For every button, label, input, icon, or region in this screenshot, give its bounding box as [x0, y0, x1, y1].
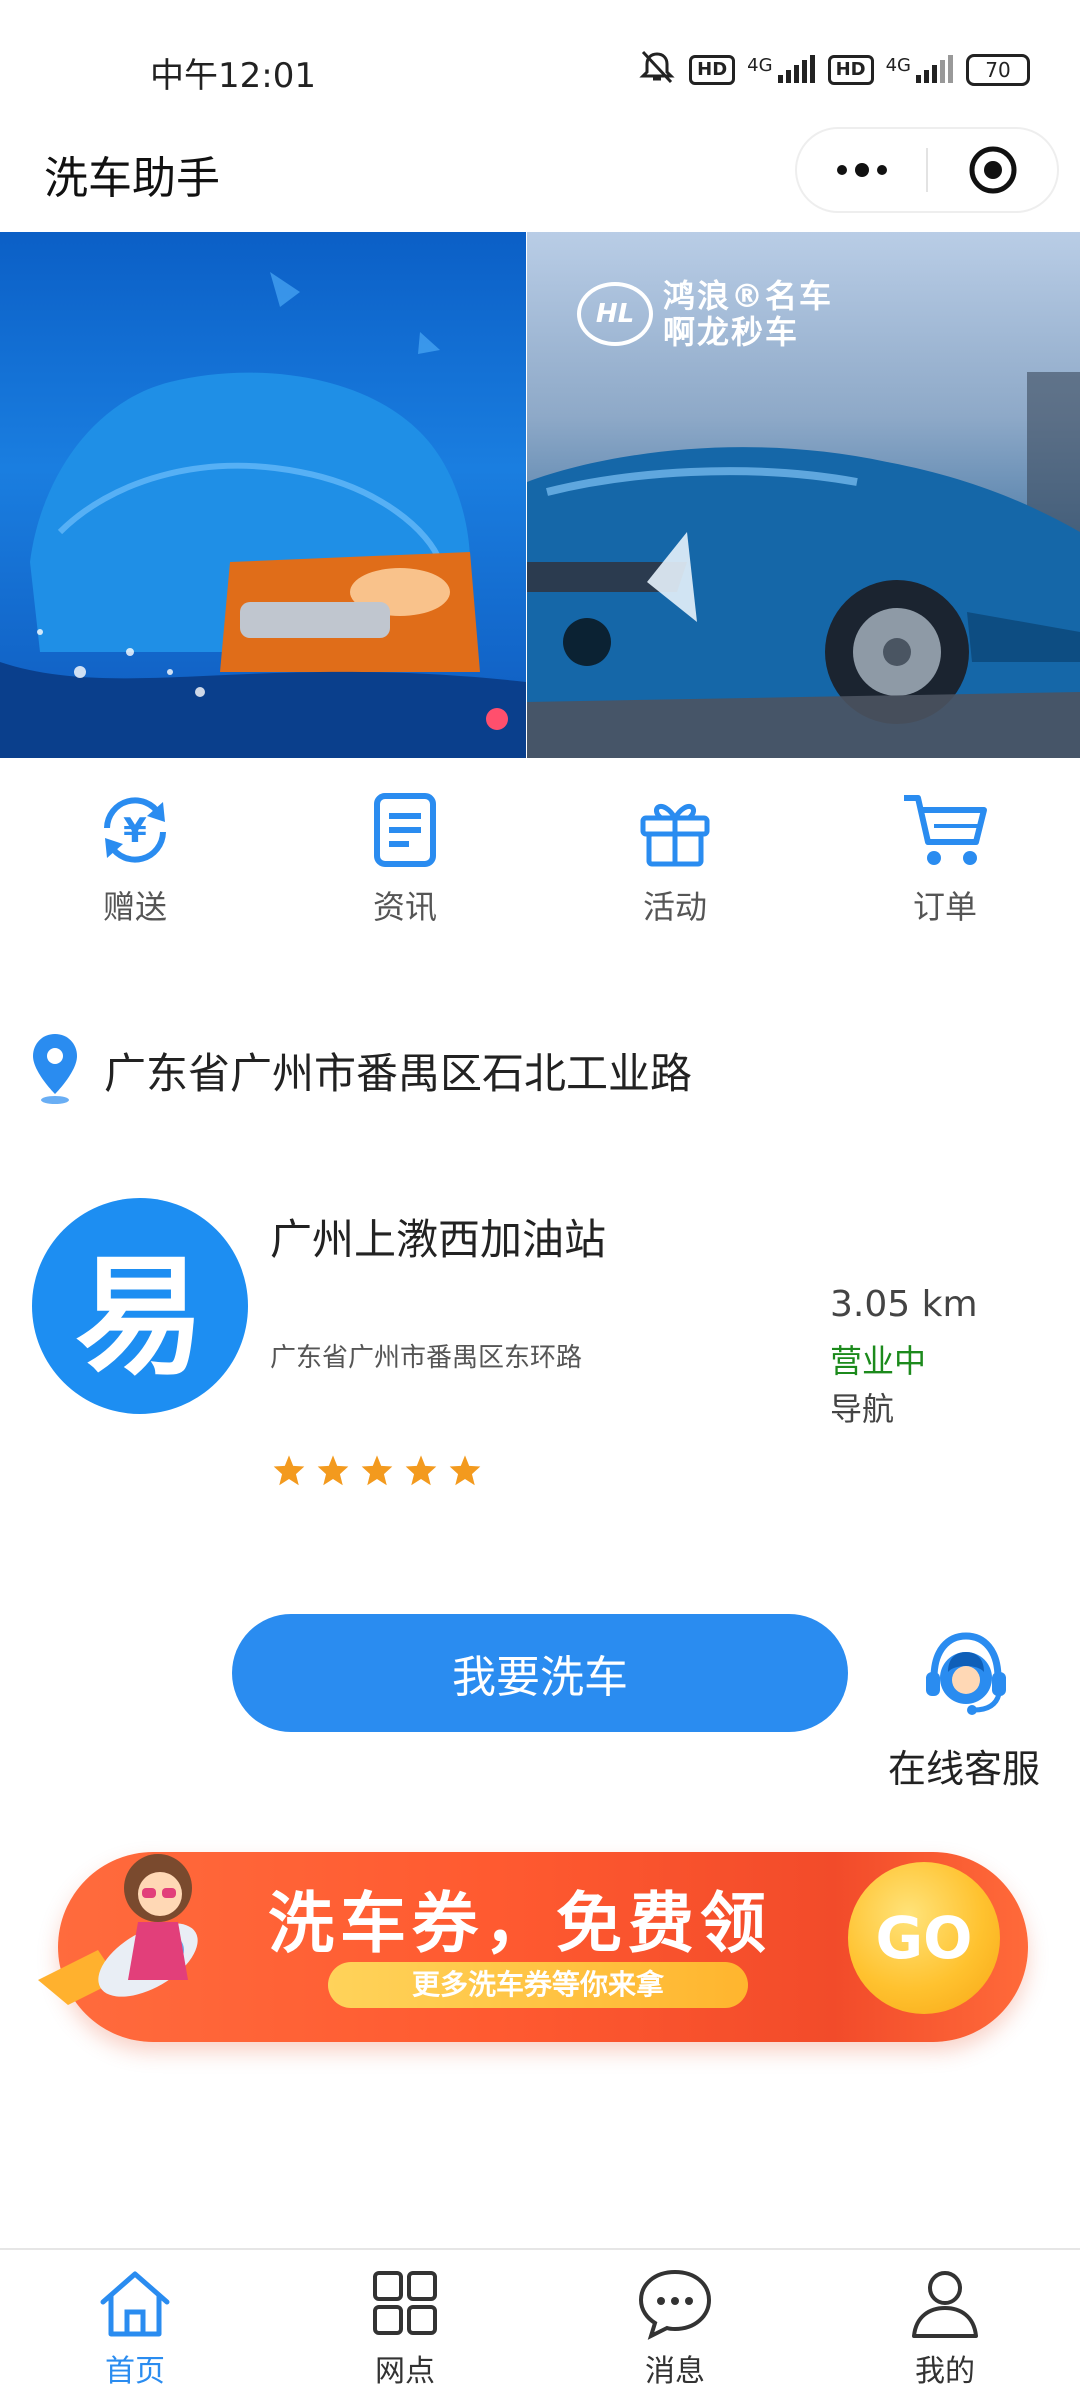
menu-label-orders: 订单 — [912, 888, 977, 926]
quick-menu: ¥ 赠送 资讯 活动 订单 — [0, 758, 1080, 988]
station-address: 广东省广州市番禺区东环路 — [270, 1343, 583, 1373]
customer-service-label[interactable]: 在线客服 — [888, 1738, 1040, 1793]
car-wash-button[interactable]: 我要洗车 — [232, 1614, 848, 1732]
miniprogram-capsule — [795, 127, 1059, 213]
banner-image-blue-car: HL 鸿浪®名车 啊龙秒车 — [527, 232, 1080, 758]
menu-label-activity: 活动 — [642, 888, 707, 926]
svg-text:¥: ¥ — [123, 811, 147, 851]
menu-label-news: 资讯 — [372, 888, 437, 926]
station-rating — [272, 1454, 482, 1486]
signal-icon-2: 4G — [886, 55, 954, 85]
battery-icon: 70 — [966, 54, 1030, 86]
banner-image-covered-car — [0, 232, 526, 758]
status-icons: HD 4G HD 4G 70 — [637, 50, 1030, 90]
carousel-indicator-active[interactable] — [486, 708, 508, 730]
tab-label-profile: 我的 — [915, 2354, 975, 2389]
tab-home[interactable]: 首页 — [0, 2250, 270, 2402]
hd-badge-2: HD — [827, 55, 874, 85]
close-miniprogram-button[interactable] — [928, 129, 1057, 211]
network-type-2: 4G — [885, 55, 911, 76]
coupon-promo-banner[interactable]: 洗车券，免费领 更多洗车券等你来拿 GO — [28, 1830, 1058, 2060]
blue-car-illustration — [527, 372, 1080, 758]
station-name: 广州上漖西加油站 — [270, 1215, 607, 1264]
status-bar: 中午12:01 HD 4G HD 4G 70 — [0, 0, 1080, 132]
tab-label-messages: 消息 — [645, 2354, 705, 2389]
bottom-tab-bar: 首页 网点 消息 我的 — [0, 2248, 1080, 2402]
star-icon — [405, 1455, 437, 1486]
hd-badge-1: HD — [689, 55, 736, 85]
signal-icon-1: 4G — [747, 55, 815, 85]
page-title: 洗车助手 — [44, 153, 220, 204]
station-distance: 3.05 km — [830, 1284, 978, 1325]
rocket-girl-illustration — [38, 1854, 198, 2005]
tab-profile[interactable]: 我的 — [810, 2250, 1080, 2402]
cart-icon — [904, 795, 987, 865]
current-address: 广东省广州市番禺区石北工业路 — [104, 1048, 693, 1098]
status-time: 中午12:01 — [150, 56, 316, 96]
star-icon — [317, 1455, 349, 1486]
mute-icon — [637, 50, 677, 90]
user-icon — [912, 2271, 978, 2338]
tab-label-outlets: 网点 — [375, 2354, 435, 2389]
tab-label-home: 首页 — [105, 2354, 165, 2389]
station-logo: 易 — [32, 1198, 248, 1414]
station-status: 营业中 — [830, 1342, 927, 1380]
menu-item-gift-send[interactable]: ¥ 赠送 — [0, 788, 270, 928]
star-icon — [273, 1455, 305, 1486]
grid-icon — [373, 2271, 437, 2335]
star-icon — [449, 1455, 481, 1486]
headset-agent-icon — [926, 1632, 1006, 1715]
covered-car-illustration — [0, 272, 526, 758]
navigate-link[interactable]: 导航 — [830, 1384, 894, 1430]
home-icon — [100, 2271, 170, 2337]
banner-carousel[interactable]: HL 鸿浪®名车 啊龙秒车 — [0, 232, 1080, 758]
star-icon — [361, 1455, 393, 1486]
promo-subtitle: 更多洗车券等你来拿 — [411, 1968, 664, 2001]
promo-go-button[interactable]: GO — [848, 1862, 1000, 2014]
tab-outlets[interactable]: 网点 — [270, 2250, 540, 2402]
location-pin-icon — [30, 1032, 80, 1108]
target-icon — [969, 146, 1016, 194]
promo-title: 洗车券，免费领 — [268, 1885, 772, 1962]
document-icon — [374, 793, 436, 867]
menu-item-activity[interactable]: 活动 — [540, 788, 810, 928]
customer-service-button[interactable] — [922, 1628, 1010, 1728]
more-options-button[interactable] — [797, 129, 926, 211]
menu-item-orders[interactable]: 订单 — [810, 788, 1080, 928]
menu-label-gift-send: 赠送 — [102, 888, 167, 926]
network-type-1: 4G — [747, 55, 773, 76]
chat-icon — [638, 2269, 712, 2340]
more-dots-icon — [836, 163, 887, 177]
yuan-refresh-icon: ¥ — [104, 797, 166, 863]
current-location-row[interactable]: 广东省广州市番禺区石北工业路 — [0, 1020, 1080, 1120]
menu-item-news[interactable]: 资讯 — [270, 788, 540, 928]
gift-icon — [640, 804, 710, 867]
tab-messages[interactable]: 消息 — [540, 2250, 810, 2402]
